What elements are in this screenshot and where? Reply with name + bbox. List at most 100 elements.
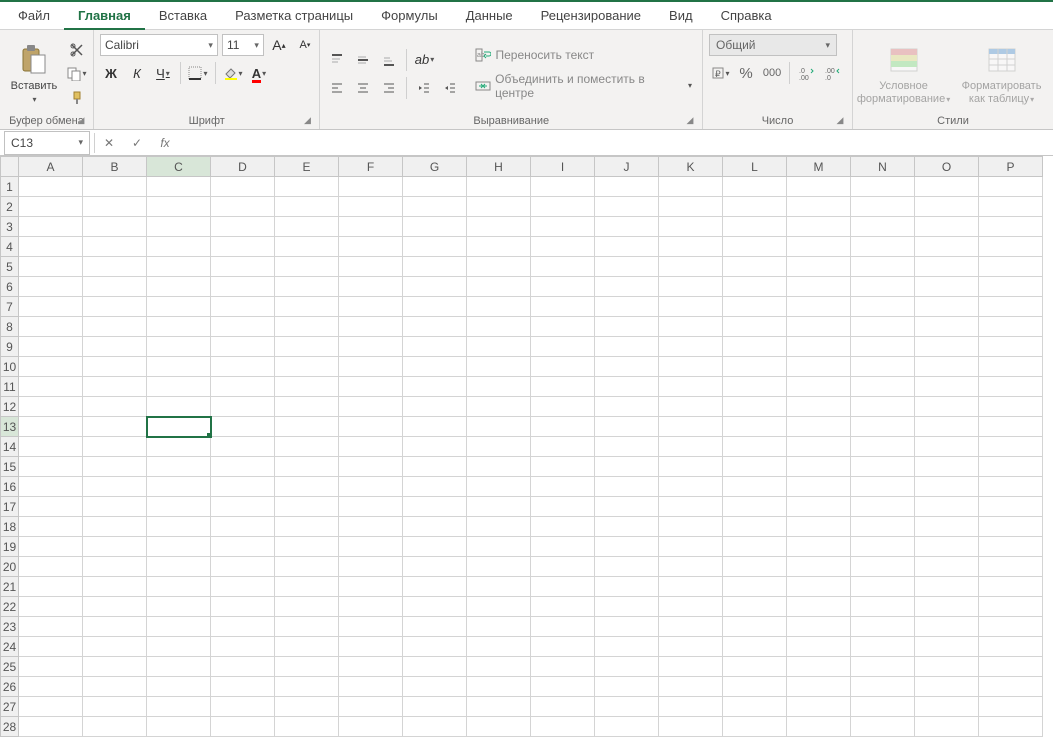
cell[interactable]	[979, 357, 1043, 377]
cell[interactable]	[339, 177, 403, 197]
cell[interactable]	[275, 517, 339, 537]
row-header[interactable]: 18	[1, 517, 19, 537]
row-header[interactable]: 17	[1, 497, 19, 517]
align-left-button[interactable]	[326, 77, 348, 99]
cell[interactable]	[147, 357, 211, 377]
cell[interactable]	[403, 217, 467, 237]
cell[interactable]	[83, 557, 147, 577]
cell[interactable]	[467, 177, 531, 197]
cell[interactable]	[595, 597, 659, 617]
cell[interactable]	[83, 177, 147, 197]
cell[interactable]	[595, 297, 659, 317]
cell[interactable]	[83, 477, 147, 497]
cell[interactable]	[467, 197, 531, 217]
cell[interactable]	[83, 697, 147, 717]
cell[interactable]	[723, 357, 787, 377]
cell[interactable]	[83, 297, 147, 317]
increase-indent-button[interactable]	[439, 77, 461, 99]
cell[interactable]	[275, 657, 339, 677]
cell[interactable]	[147, 697, 211, 717]
cell[interactable]	[275, 237, 339, 257]
cell[interactable]	[467, 237, 531, 257]
cell[interactable]	[19, 317, 83, 337]
menu-tab-рецензирование[interactable]: Рецензирование	[527, 2, 655, 29]
cell[interactable]	[723, 297, 787, 317]
cell[interactable]	[275, 437, 339, 457]
align-right-button[interactable]	[378, 77, 400, 99]
cell[interactable]	[851, 637, 915, 657]
cell[interactable]	[979, 537, 1043, 557]
cell[interactable]	[979, 497, 1043, 517]
menu-tab-формулы[interactable]: Формулы	[367, 2, 452, 29]
cell[interactable]	[467, 317, 531, 337]
cell[interactable]	[531, 377, 595, 397]
cell[interactable]	[403, 177, 467, 197]
cell[interactable]	[339, 497, 403, 517]
cell[interactable]	[147, 417, 211, 437]
cell[interactable]	[723, 337, 787, 357]
cell[interactable]	[211, 397, 275, 417]
cell[interactable]	[723, 477, 787, 497]
cell[interactable]	[339, 257, 403, 277]
cell[interactable]	[787, 657, 851, 677]
cell[interactable]	[979, 657, 1043, 677]
cell[interactable]	[531, 617, 595, 637]
cell[interactable]	[659, 457, 723, 477]
cell[interactable]	[531, 437, 595, 457]
cell[interactable]	[403, 597, 467, 617]
cell[interactable]	[403, 477, 467, 497]
cell[interactable]	[531, 417, 595, 437]
cell[interactable]	[915, 517, 979, 537]
cell[interactable]	[147, 377, 211, 397]
cell[interactable]	[339, 577, 403, 597]
cell[interactable]	[851, 337, 915, 357]
col-header[interactable]: I	[531, 157, 595, 177]
cell[interactable]	[531, 477, 595, 497]
cell[interactable]	[147, 577, 211, 597]
cell[interactable]	[403, 577, 467, 597]
row-header[interactable]: 12	[1, 397, 19, 417]
cell[interactable]	[659, 197, 723, 217]
cell[interactable]	[787, 637, 851, 657]
cell[interactable]	[915, 477, 979, 497]
cell[interactable]	[851, 557, 915, 577]
borders-button[interactable]: ▾	[187, 62, 209, 84]
cell[interactable]	[275, 217, 339, 237]
cell[interactable]	[83, 437, 147, 457]
row-header[interactable]: 7	[1, 297, 19, 317]
cell[interactable]	[851, 617, 915, 637]
cell[interactable]	[275, 617, 339, 637]
cell[interactable]	[19, 297, 83, 317]
cell[interactable]	[595, 617, 659, 637]
cell[interactable]	[595, 517, 659, 537]
cell[interactable]	[595, 477, 659, 497]
cell[interactable]	[851, 477, 915, 497]
cell[interactable]	[787, 237, 851, 257]
cell[interactable]	[979, 217, 1043, 237]
cell[interactable]	[531, 277, 595, 297]
cell[interactable]	[979, 317, 1043, 337]
row-header[interactable]: 28	[1, 717, 19, 737]
cell[interactable]	[403, 297, 467, 317]
cell[interactable]	[83, 237, 147, 257]
cell[interactable]	[723, 717, 787, 737]
cell[interactable]	[83, 577, 147, 597]
cell[interactable]	[19, 377, 83, 397]
cell[interactable]	[915, 577, 979, 597]
cell[interactable]	[339, 277, 403, 297]
cell[interactable]	[19, 217, 83, 237]
cell[interactable]	[83, 637, 147, 657]
cell[interactable]	[659, 637, 723, 657]
cell[interactable]	[787, 617, 851, 637]
cell[interactable]	[723, 637, 787, 657]
cell[interactable]	[19, 677, 83, 697]
cell[interactable]	[979, 177, 1043, 197]
cell[interactable]	[147, 337, 211, 357]
cell[interactable]	[915, 717, 979, 737]
cell[interactable]	[915, 337, 979, 357]
decrease-decimal-button[interactable]: .00.0	[822, 62, 844, 84]
cell[interactable]	[211, 437, 275, 457]
row-header[interactable]: 19	[1, 537, 19, 557]
cell[interactable]	[211, 297, 275, 317]
cell[interactable]	[915, 597, 979, 617]
